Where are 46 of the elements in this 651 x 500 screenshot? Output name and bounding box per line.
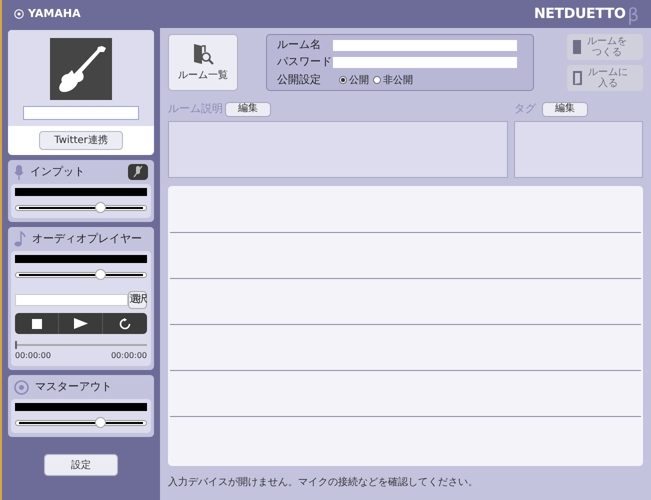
app-logo: NETDUETTO <box>534 4 626 24</box>
visibility-radio[interactable]: 公開 <box>339 72 369 88</box>
open-door-icon <box>573 71 582 85</box>
slider-thumb[interactable] <box>94 202 106 213</box>
twitter-button[interactable]: Twitter連携 <box>39 131 123 150</box>
status-message: 入力デバイスが開けません。マイクの接続などを確認してください。 <box>168 476 479 490</box>
tag-label: タグ <box>514 101 536 117</box>
slider-thumb[interactable] <box>94 417 106 428</box>
stop-icon <box>32 318 42 328</box>
slider-thumb[interactable] <box>94 269 106 280</box>
seek-bar[interactable] <box>15 341 147 349</box>
password-label: パスワード <box>277 54 333 70</box>
elapsed-time: 00:00:00 <box>15 350 51 362</box>
volume-slider[interactable] <box>15 202 147 214</box>
brand-emblem-icon <box>14 9 24 19</box>
password-input[interactable] <box>333 57 517 68</box>
speaker-icon <box>14 380 29 394</box>
room-list-button[interactable]: ルーム一覧 <box>168 34 238 91</box>
visibility-radio[interactable]: 非公開 <box>373 72 413 88</box>
door-search-icon <box>192 42 214 64</box>
door-icon <box>573 40 581 54</box>
play-icon <box>74 318 88 329</box>
section-title: インプット <box>30 164 85 180</box>
section-title: マスターアウト <box>35 378 112 395</box>
total-time: 00:00:00 <box>111 350 147 362</box>
mute-button[interactable] <box>128 164 148 180</box>
visibility-label: 公開設定 <box>277 72 322 88</box>
file-input[interactable] <box>15 294 128 306</box>
room-name-input[interactable] <box>333 40 517 50</box>
edit-button[interactable]: 編集 <box>225 102 271 117</box>
muted-microphone-icon <box>133 166 143 178</box>
volume-slider[interactable] <box>15 417 147 429</box>
volume-slider[interactable] <box>15 269 147 281</box>
brand-logo: YAMAHA <box>28 6 81 22</box>
select-file-button[interactable]: 選択 <box>128 291 147 309</box>
guitar-icon <box>50 38 112 100</box>
edit-button[interactable]: 編集 <box>542 102 588 117</box>
settings-button[interactable]: 設定 <box>44 454 118 476</box>
section-title: オーディオプレイヤー <box>32 230 142 247</box>
room-name-label: ルーム名 <box>277 36 322 53</box>
seek-handle[interactable] <box>15 341 17 349</box>
name-input[interactable] <box>23 106 139 120</box>
microphone-icon <box>14 164 24 180</box>
music-note-icon <box>14 231 26 247</box>
room-description-label: ルーム説明 <box>168 101 223 117</box>
repeat-icon <box>119 318 131 330</box>
